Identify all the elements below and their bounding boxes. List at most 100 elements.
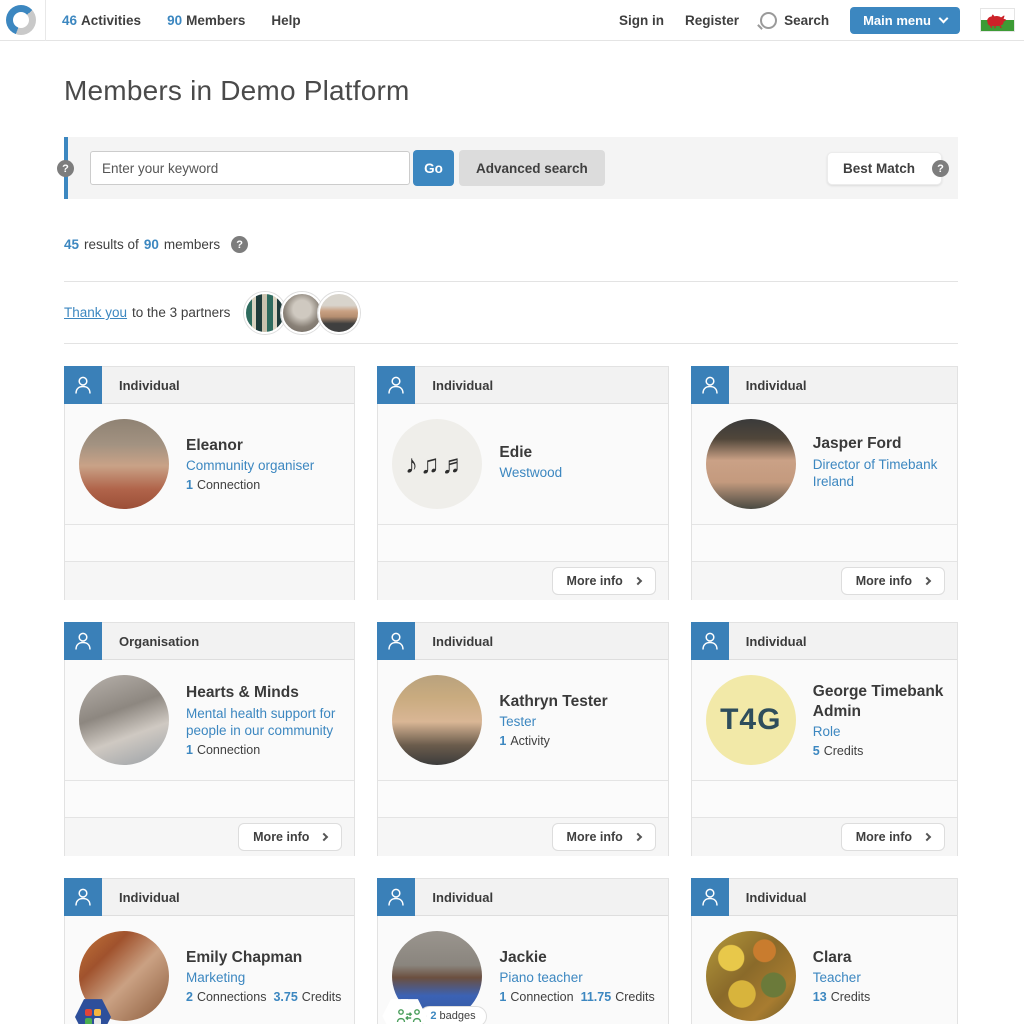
- member-name: Hearts & Minds: [186, 683, 348, 702]
- member-card-footer: More info: [378, 817, 667, 856]
- person-icon: [385, 374, 407, 396]
- more-info-button[interactable]: More info: [841, 823, 945, 851]
- person-icon: [699, 630, 721, 652]
- nav-activities-link[interactable]: 46Activities: [62, 13, 141, 28]
- platform-logo[interactable]: [6, 5, 36, 35]
- member-card-body: 2 badges Jackie Piano teacher 1Connectio…: [378, 916, 667, 1024]
- chevron-right-icon: [634, 577, 642, 585]
- stat-label: Connections: [197, 990, 267, 1004]
- thank-you-link[interactable]: Thank you: [64, 305, 127, 320]
- results-help-icon[interactable]: ?: [231, 236, 248, 253]
- member-card-body: Kathryn Tester Tester 1Activity: [378, 660, 667, 780]
- stat-label: Connection: [197, 743, 260, 757]
- member-type-label: Individual: [746, 378, 807, 393]
- member-type-label: Individual: [119, 378, 180, 393]
- navbar-right: Sign in Register Search Main menu: [619, 7, 1014, 34]
- member-type-label: Individual: [432, 634, 493, 649]
- person-icon: [72, 886, 94, 908]
- member-avatar[interactable]: ♪♫♬: [392, 419, 482, 509]
- nav-search-link[interactable]: Search: [760, 12, 829, 29]
- chevron-right-icon: [634, 833, 642, 841]
- member-stats: 5Credits: [813, 744, 951, 758]
- member-avatar[interactable]: [79, 419, 169, 509]
- member-stats: 13Credits: [813, 990, 878, 1004]
- member-card-spacer: [378, 780, 667, 817]
- member-card: Individual ♪♫♬ Edie Westwood More info: [377, 366, 668, 600]
- partner-avatar-2[interactable]: [281, 292, 323, 334]
- member-card-header: Individual: [692, 367, 957, 404]
- welsh-flag-icon: [981, 9, 1014, 31]
- badges-group[interactable]: 2 badges: [382, 998, 486, 1024]
- more-info-label: More info: [856, 574, 912, 588]
- member-card: Individual Kathryn Tester Tester 1Activi…: [377, 622, 668, 856]
- stat-value: 1: [499, 990, 506, 1004]
- more-info-button[interactable]: More info: [552, 823, 656, 851]
- member-card-body: Hearts & Minds Mental health support for…: [65, 660, 354, 780]
- welsh-flag-language-toggle[interactable]: [981, 9, 1014, 31]
- partner-avatar-1[interactable]: [244, 292, 286, 334]
- nav-members-link[interactable]: 90 Members: [167, 13, 245, 28]
- member-avatar[interactable]: [392, 675, 482, 765]
- register-link[interactable]: Register: [685, 13, 739, 28]
- more-info-button[interactable]: More info: [238, 823, 342, 851]
- member-card: Individual Eleanor Community organiser 1…: [64, 366, 355, 600]
- member-info: Emily Chapman Marketing 2Connections3.75…: [186, 948, 348, 1004]
- member-type-icon: [64, 366, 102, 404]
- member-card: Individual T4G George Timebank Admin Rol…: [691, 622, 958, 856]
- member-card-spacer: [692, 524, 957, 561]
- member-type-icon: [64, 878, 102, 916]
- nav-help-link[interactable]: Help: [271, 13, 300, 28]
- people-exchange-icon: [396, 1008, 422, 1024]
- best-match-help-icon[interactable]: ?: [932, 160, 949, 177]
- search-help-icon[interactable]: ?: [57, 160, 74, 177]
- member-type-label: Individual: [432, 890, 493, 905]
- stat-label: Credits: [824, 744, 864, 758]
- member-subtitle: Director of Timebank Ireland: [813, 456, 951, 491]
- member-type-label: Organisation: [119, 634, 199, 649]
- member-card-body: T4G George Timebank Admin Role 5Credits: [692, 660, 957, 780]
- member-avatar[interactable]: [79, 675, 169, 765]
- sign-in-link[interactable]: Sign in: [619, 13, 664, 28]
- stat-value: 1: [499, 734, 506, 748]
- partner-avatars: [244, 292, 360, 334]
- member-type-label: Individual: [119, 890, 180, 905]
- member-name: Clara: [813, 948, 878, 967]
- search-panel: ? Go Advanced search Best Match ?: [64, 137, 958, 199]
- member-type-label: Individual: [746, 634, 807, 649]
- members-label: Members: [186, 13, 245, 28]
- member-card-header: Individual: [378, 879, 667, 916]
- member-info: George Timebank Admin Role 5Credits: [813, 682, 951, 757]
- member-name: Jasper Ford: [813, 434, 951, 453]
- advanced-search-button[interactable]: Advanced search: [459, 150, 605, 186]
- member-info: Clara Teacher 13Credits: [813, 948, 878, 1004]
- search-icon: [760, 12, 777, 29]
- stat-label: Credits: [615, 990, 655, 1004]
- person-icon: [699, 886, 721, 908]
- member-card-body: Eleanor Community organiser 1Connection: [65, 404, 354, 524]
- member-avatar[interactable]: T4G: [706, 675, 796, 765]
- best-match-button[interactable]: Best Match ?: [827, 152, 942, 185]
- member-avatar[interactable]: [706, 931, 796, 1021]
- member-card-header: Individual: [65, 367, 354, 404]
- member-name: Eleanor: [186, 436, 314, 455]
- stat-value: 3.75: [273, 990, 297, 1004]
- member-card-body: ♪♫♬ Edie Westwood: [378, 404, 667, 524]
- puzzle-pieces: [85, 1009, 101, 1024]
- more-info-button[interactable]: More info: [552, 567, 656, 595]
- go-button[interactable]: Go: [413, 150, 454, 186]
- member-name: Kathryn Tester: [499, 692, 607, 711]
- member-name: George Timebank Admin: [813, 682, 951, 721]
- top-navbar: 46Activities 90 Members Help Sign in Regi…: [0, 0, 1024, 41]
- member-card-header: Organisation: [65, 623, 354, 660]
- member-avatar[interactable]: [706, 419, 796, 509]
- member-type-icon: [691, 878, 729, 916]
- more-info-button[interactable]: More info: [841, 567, 945, 595]
- activities-label: Activities: [81, 13, 141, 28]
- partner-avatar-3[interactable]: [318, 292, 360, 334]
- keyword-input[interactable]: [90, 151, 410, 185]
- main-menu-button[interactable]: Main menu: [850, 7, 960, 34]
- member-info: Hearts & Minds Mental health support for…: [186, 683, 348, 756]
- member-type-icon: [691, 366, 729, 404]
- member-card-footer: More info: [65, 817, 354, 856]
- members-count: 90: [167, 13, 182, 28]
